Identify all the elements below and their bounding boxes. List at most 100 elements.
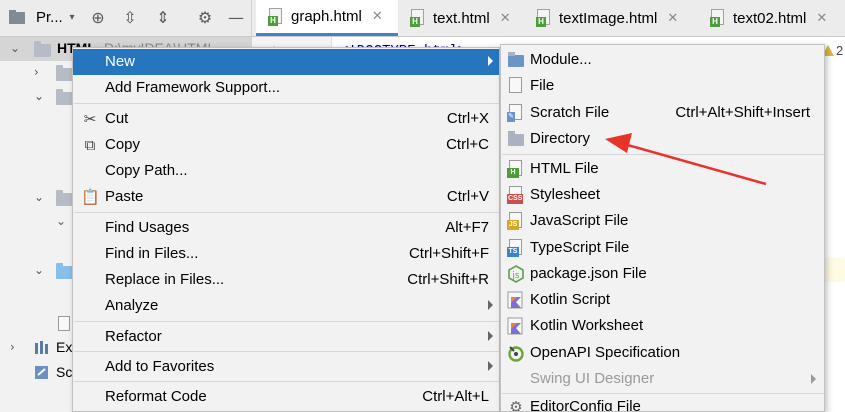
menu-item-paste[interactable]: 📋 Paste Ctrl+V <box>73 184 499 210</box>
tree-scratch-label: Sc <box>56 364 73 380</box>
menu-item-shortcut: Ctrl+Shift+R <box>407 271 489 288</box>
submenu-item-module[interactable]: Module... <box>501 47 824 73</box>
submenu-item-label: OpenAPI Specification <box>530 344 681 361</box>
menu-item-shortcut: Alt+F7 <box>445 219 489 236</box>
submenu-item-stylesheet[interactable]: CSS Stylesheet <box>501 182 824 208</box>
chevron-right-icon[interactable]: › <box>34 65 39 79</box>
editorconfig-icon: ⚙ <box>509 398 523 412</box>
scratch-file-icon: ✎ <box>507 104 525 122</box>
menu-item-reformat-code[interactable]: Reformat Code Ctrl+Alt+L <box>73 384 499 410</box>
submenu-item-kotlin-worksheet[interactable]: Kotlin Worksheet <box>501 313 824 339</box>
target-icon[interactable]: ⊕ <box>88 8 108 28</box>
menu-separator <box>74 351 499 352</box>
html-file-icon: H <box>507 160 525 178</box>
submenu-item-package-json-file[interactable]: js package.json File <box>501 261 824 287</box>
tab-label: text02.html <box>733 9 807 27</box>
close-icon[interactable]: ✕ <box>372 9 383 24</box>
tab-label: graph.html <box>291 8 362 25</box>
chevron-down-icon[interactable]: ⌄ <box>34 190 44 204</box>
chevron-down-icon[interactable]: ⌄ <box>34 263 44 277</box>
tab-text02-html[interactable]: H text02.html ✕ <box>698 0 845 36</box>
html-file-icon: H <box>268 7 284 26</box>
chevron-down-icon[interactable]: ⌄ <box>56 214 66 228</box>
html-file-icon: H <box>410 9 426 27</box>
menu-item-shortcut: Ctrl+X <box>446 110 489 127</box>
menu-item-label: Copy <box>105 136 141 153</box>
submenu-arrow-icon <box>488 361 493 371</box>
folder-icon <box>56 263 73 279</box>
library-icon <box>34 341 52 355</box>
menu-item-find-usages[interactable]: Find Usages Alt+F7 <box>73 215 499 241</box>
submenu-arrow-icon <box>488 56 493 66</box>
nodejs-icon: js <box>507 265 525 283</box>
menu-separator <box>74 381 499 382</box>
menu-item-label: Refactor <box>105 328 162 345</box>
menu-item-shortcut: Ctrl+Shift+F <box>408 245 489 262</box>
submenu-item-html-file[interactable]: H HTML File <box>501 156 824 182</box>
project-icon[interactable] <box>8 9 28 31</box>
submenu-item-shortcut: Ctrl+Alt+Shift+Insert <box>675 104 810 121</box>
submenu-item-label: TypeScript File <box>530 239 630 256</box>
dropdown-icon[interactable]: ▾ <box>62 8 82 28</box>
chevron-right-icon[interactable]: › <box>10 340 15 354</box>
tab-graph-html[interactable]: H graph.html ✕ <box>256 0 398 36</box>
collapse-all-icon[interactable]: ⇕ <box>153 8 173 28</box>
menu-item-label: Paste <box>105 188 144 205</box>
submenu-item-label: EditorConfig File <box>530 398 641 412</box>
tab-text-html[interactable]: H text.html ✕ <box>398 0 524 36</box>
typescript-file-icon: TS <box>507 239 525 257</box>
close-icon[interactable]: ✕ <box>667 11 678 26</box>
menu-item-refactor[interactable]: Refactor <box>73 324 499 350</box>
kotlin-worksheet-icon <box>507 317 525 335</box>
copy-icon: ⧉ <box>84 136 96 154</box>
menu-item-replace-in-files[interactable]: Replace in Files... Ctrl+Shift+R <box>73 267 499 293</box>
menu-item-label: Add Framework Support... <box>105 79 281 96</box>
submenu-item-label: Stylesheet <box>530 186 601 203</box>
menu-item-analyze[interactable]: Analyze <box>73 293 499 319</box>
submenu-item-openapi-specification[interactable]: OpenAPI Specification <box>501 340 824 366</box>
menu-item-cut[interactable]: ✂ Cut Ctrl+X <box>73 106 499 132</box>
project-view-label[interactable]: Pr... <box>36 9 63 26</box>
folder-icon <box>56 65 73 81</box>
menu-item-add-framework-support[interactable]: Add Framework Support... <box>73 75 499 101</box>
close-icon[interactable]: ✕ <box>500 11 511 26</box>
chevron-down-icon[interactable]: ⌄ <box>10 41 20 55</box>
menu-item-label: Cut <box>105 110 129 127</box>
settings-icon[interactable]: ⚙ <box>195 8 215 28</box>
submenu-item-directory[interactable]: Directory <box>501 126 824 152</box>
menu-item-label: Analyze <box>105 297 159 314</box>
tab-textimage-html[interactable]: H textImage.html ✕ <box>524 0 698 36</box>
submenu-item-swing-ui-designer[interactable]: Swing UI Designer <box>501 366 824 392</box>
submenu-item-kotlin-script[interactable]: Kotlin Script <box>501 287 824 313</box>
submenu-item-scratch-file[interactable]: ✎ Scratch File Ctrl+Alt+Shift+Insert <box>501 100 824 126</box>
menu-item-label: Find Usages <box>105 219 190 236</box>
submenu-item-editorconfig-file[interactable]: ⚙ EditorConfig File <box>501 394 824 412</box>
menu-separator <box>74 212 499 213</box>
expand-all-icon[interactable]: ⇳ <box>120 8 140 28</box>
file-icon <box>58 316 70 331</box>
menu-item-label: Replace in Files... <box>105 271 225 288</box>
submenu-item-label: package.json File <box>530 265 647 282</box>
submenu-item-javascript-file[interactable]: JS JavaScript File <box>501 208 824 234</box>
tab-label: textImage.html <box>559 9 658 27</box>
context-menu: New Add Framework Support... ✂ Cut Ctrl+… <box>72 47 500 412</box>
javascript-file-icon: JS <box>507 212 525 230</box>
html-file-icon: H <box>536 9 552 27</box>
hide-icon[interactable]: — <box>226 8 246 28</box>
chevron-down-icon[interactable]: ⌄ <box>34 89 44 103</box>
submenu-arrow-icon <box>488 331 493 341</box>
submenu-item-label: Module... <box>530 51 592 68</box>
menu-item-find-in-files[interactable]: Find in Files... Ctrl+Shift+F <box>73 241 499 267</box>
menu-item-copy-path[interactable]: Copy Path... <box>73 158 499 184</box>
close-icon[interactable]: ✕ <box>816 11 827 26</box>
menu-item-label: Find in Files... <box>105 245 199 262</box>
menu-item-label: New <box>105 53 136 70</box>
submenu-item-typescript-file[interactable]: TS TypeScript File <box>501 235 824 261</box>
menu-item-add-to-favorites[interactable]: Add to Favorites <box>73 354 499 380</box>
submenu-item-file[interactable]: File <box>501 73 824 99</box>
submenu-arrow-icon <box>811 374 816 384</box>
menu-item-new[interactable]: New <box>73 49 499 75</box>
submenu-item-label: File <box>530 77 555 94</box>
submenu-item-label: Kotlin Worksheet <box>530 317 644 334</box>
menu-item-copy[interactable]: ⧉ Copy Ctrl+C <box>73 132 499 158</box>
